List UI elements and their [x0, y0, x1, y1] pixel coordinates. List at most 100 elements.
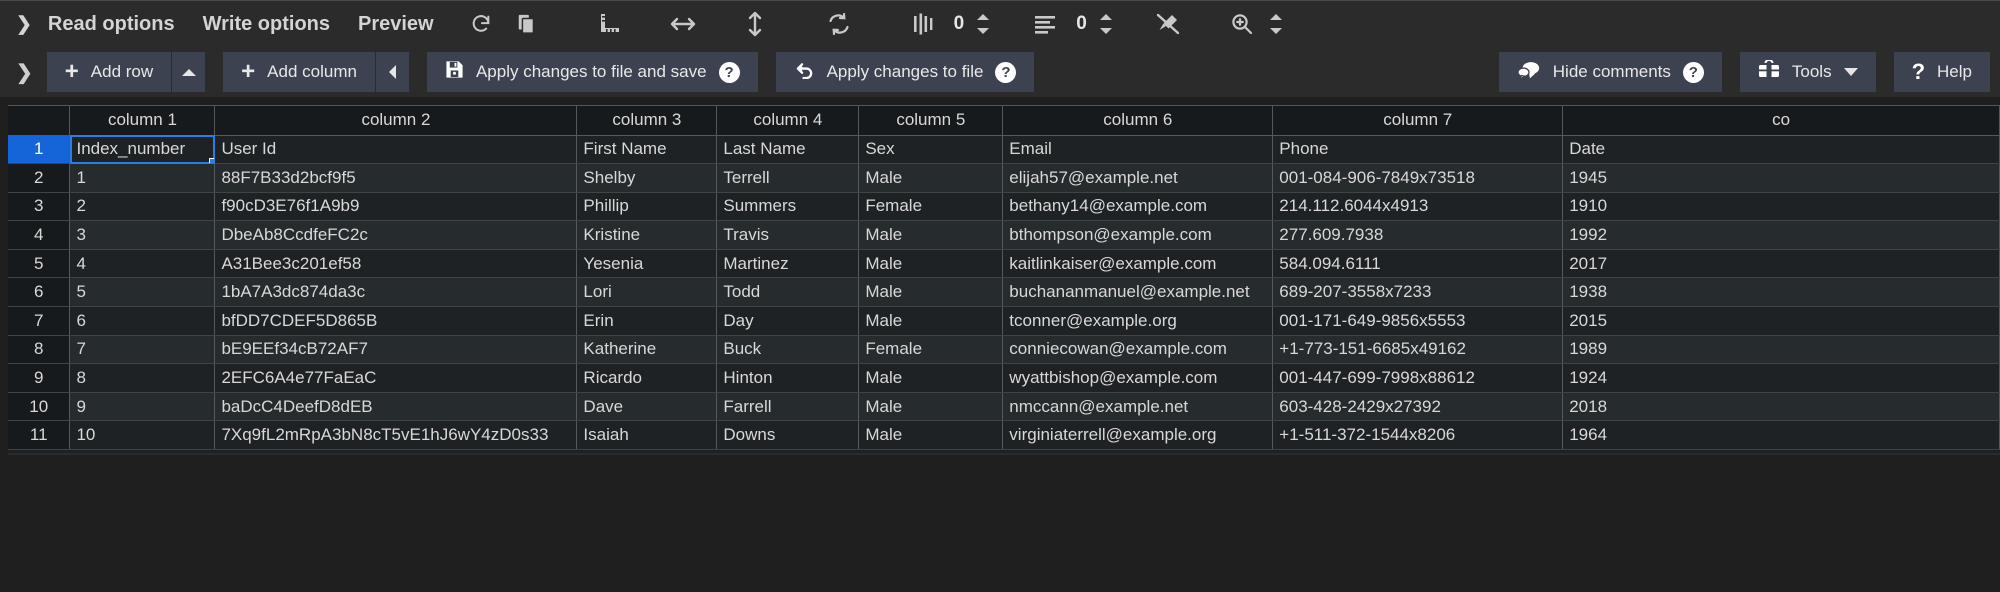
cell-r11-c6[interactable]: virginiaterrell@example.org — [1002, 420, 1274, 451]
tools-button[interactable]: Tools — [1739, 52, 1876, 92]
question-circle-icon[interactable]: ? — [995, 61, 1017, 83]
row-header-6[interactable]: 6 — [8, 277, 71, 308]
cell-r4-c8[interactable]: 1992 — [1562, 220, 2000, 250]
row-header-1[interactable]: 1 — [8, 135, 71, 165]
chevron-up-icon[interactable] — [977, 14, 990, 20]
zoom-stepper[interactable] — [1265, 6, 1287, 42]
add-column-options-button[interactable] — [374, 52, 409, 92]
cell-r11-c7[interactable]: +1-511-372-1544x8206 — [1272, 420, 1564, 451]
question-circle-icon[interactable]: ? — [1682, 61, 1704, 83]
arrows-horizontal-icon[interactable] — [660, 7, 706, 41]
cell-r8-c5[interactable]: Female — [858, 335, 1004, 365]
cell-r10-c7[interactable]: 603-428-2429x27392 — [1272, 392, 1564, 422]
spreadsheet-grid[interactable]: column 1 column 2 column 3 column 4 column 5… — [8, 105, 2000, 453]
cell-r6-c7[interactable]: 689-207-3558x7233 — [1272, 277, 1564, 308]
cell-r8-c7[interactable]: +1-773-151-6685x49162 — [1272, 335, 1564, 365]
cell-r11-c5[interactable]: Male — [858, 420, 1004, 451]
cell-r7-c1[interactable]: 6 — [69, 306, 216, 336]
freeze-rows-value[interactable]: 0 — [1068, 13, 1095, 35]
cell-r2-c4[interactable]: Terrell — [716, 163, 860, 193]
cell-r2-c8[interactable]: 1945 — [1562, 163, 2000, 193]
chevron-down-icon[interactable] — [977, 28, 990, 34]
arrows-vertical-icon[interactable] — [732, 7, 778, 41]
cell-r3-c3[interactable]: Phillip — [576, 192, 718, 222]
sync-icon[interactable] — [816, 7, 862, 41]
cell-r6-c6[interactable]: buchananmanuel@example.net — [1002, 277, 1274, 308]
cell-r4-c1[interactable]: 3 — [69, 220, 216, 250]
row-header-10[interactable]: 10 — [8, 392, 71, 422]
cell-r9-c1[interactable]: 8 — [69, 363, 216, 393]
row-header-2[interactable]: 2 — [8, 163, 71, 193]
cell-r9-c6[interactable]: wyattbishop@example.com — [1002, 363, 1274, 393]
cell-r8-c4[interactable]: Buck — [716, 335, 860, 365]
cell-r2-c2[interactable]: 88F7B33d2bcf9f5 — [214, 163, 578, 193]
cell-r5-c4[interactable]: Martinez — [716, 249, 860, 279]
preview-button[interactable]: Preview — [344, 7, 448, 42]
column-header-5[interactable]: column 5 — [858, 106, 1004, 136]
cell-r10-c6[interactable]: nmccann@example.net — [1002, 392, 1274, 422]
cell-r7-c2[interactable]: bfDD7CDEF5D865B — [214, 306, 578, 336]
cell-r5-c7[interactable]: 584.094.6111 — [1272, 249, 1564, 279]
row-header-3[interactable]: 3 — [8, 192, 71, 222]
column-header-7[interactable]: column 7 — [1272, 106, 1564, 136]
column-header-3[interactable]: column 3 — [576, 106, 718, 136]
add-row-options-button[interactable] — [171, 52, 206, 92]
cell-r6-c3[interactable]: Lori — [576, 277, 718, 308]
cell-r5-c5[interactable]: Male — [858, 249, 1004, 279]
cell-r4-c7[interactable]: 277.609.7938 — [1272, 220, 1564, 250]
cell-r2-c3[interactable]: Shelby — [576, 163, 718, 193]
cell-r4-c3[interactable]: Kristine — [576, 220, 718, 250]
cell-r7-c5[interactable]: Male — [858, 306, 1004, 336]
column-header-6[interactable]: column 6 — [1002, 106, 1274, 136]
cell-r1-c3[interactable]: First Name — [576, 135, 718, 165]
cell-r11-c2[interactable]: 7Xq9fL2mRpA3bN8cT5vE1hJ6wY4zD0s33 — [214, 420, 578, 451]
cell-r8-c8[interactable]: 1989 — [1562, 335, 2000, 365]
hide-comments-button[interactable]: Hide comments ? — [1498, 52, 1722, 92]
column-header-2[interactable]: column 2 — [214, 106, 578, 136]
cell-r3-c6[interactable]: bethany14@example.com — [1002, 192, 1274, 222]
cell-r1-c6[interactable]: Email — [1002, 135, 1274, 165]
row-header-7[interactable]: 7 — [8, 306, 71, 336]
cell-r10-c3[interactable]: Dave — [576, 392, 718, 422]
fill-handle[interactable] — [209, 158, 214, 163]
cell-r11-c1[interactable]: 10 — [69, 420, 216, 451]
cell-r3-c1[interactable]: 2 — [69, 192, 216, 222]
apply-changes-button[interactable]: Apply changes to file ? — [775, 52, 1035, 92]
cell-r1-c7[interactable]: Phone — [1272, 135, 1564, 165]
cell-r10-c5[interactable]: Male — [858, 392, 1004, 422]
cell-r7-c7[interactable]: 001-171-649-9856x5553 — [1272, 306, 1564, 336]
cell-r9-c2[interactable]: 2EFC6A4e77FaEaC — [214, 363, 578, 393]
cell-r9-c8[interactable]: 1924 — [1562, 363, 2000, 393]
cell-r10-c4[interactable]: Farrell — [716, 392, 860, 422]
row-header-9[interactable]: 9 — [8, 363, 71, 393]
freeze-columns-stepper[interactable] — [972, 6, 994, 42]
chevron-up-icon[interactable] — [1099, 14, 1112, 20]
column-header-1[interactable]: column 1 — [69, 106, 216, 136]
cell-r2-c6[interactable]: elijah57@example.net — [1002, 163, 1274, 193]
cell-r2-c7[interactable]: 001-084-906-7849x73518 — [1272, 163, 1564, 193]
cell-r3-c7[interactable]: 214.112.6044x4913 — [1272, 192, 1564, 222]
cell-r7-c3[interactable]: Erin — [576, 306, 718, 336]
cell-r6-c4[interactable]: Todd — [716, 277, 860, 308]
row-header-5[interactable]: 5 — [8, 249, 71, 279]
cell-r7-c8[interactable]: 2015 — [1562, 306, 2000, 336]
cell-r3-c2[interactable]: f90cD3E76f1A9b9 — [214, 192, 578, 222]
cell-r9-c4[interactable]: Hinton — [716, 363, 860, 393]
cell-r5-c1[interactable]: 4 — [69, 249, 216, 279]
read-options-button[interactable]: Read options — [34, 7, 189, 42]
cell-r1-c4[interactable]: Last Name — [716, 135, 860, 165]
cell-r1-c8[interactable]: Date — [1562, 135, 2000, 165]
freeze-rows-stepper[interactable] — [1095, 6, 1117, 42]
freeze-rows-icon[interactable] — [1022, 7, 1068, 41]
cell-r6-c8[interactable]: 1938 — [1562, 277, 2000, 308]
add-column-button[interactable]: + Add column — [223, 52, 375, 92]
cell-r8-c2[interactable]: bE9EEf34cB72AF7 — [214, 335, 578, 365]
cell-r3-c8[interactable]: 1910 — [1562, 192, 2000, 222]
cell-r5-c8[interactable]: 2017 — [1562, 249, 2000, 279]
write-options-button[interactable]: Write options — [189, 7, 344, 42]
zoom-in-icon[interactable] — [1219, 7, 1265, 41]
column-header-8[interactable]: co — [1562, 106, 2000, 136]
cell-r5-c6[interactable]: kaitlinkaiser@example.com — [1002, 249, 1274, 279]
cell-r5-c2[interactable]: A31Bee3c201ef58 — [214, 249, 578, 279]
cell-r10-c2[interactable]: baDcC4DeefD8dEB — [214, 392, 578, 422]
